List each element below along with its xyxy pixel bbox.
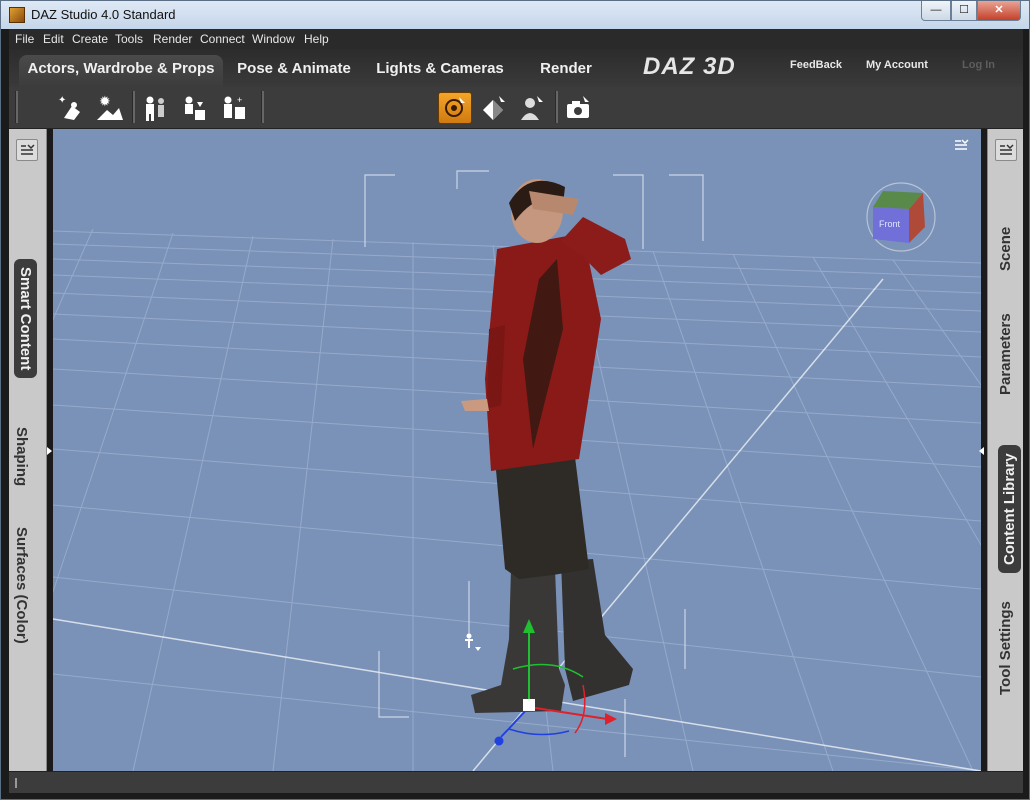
viewport-menu-icon[interactable] [953, 139, 969, 153]
maximize-button[interactable]: ☐ [951, 1, 977, 21]
render-camera-icon[interactable] [561, 92, 595, 124]
tab-scene[interactable]: Scene [994, 223, 1017, 275]
tab-surfaces-color[interactable]: Surfaces (Color) [10, 523, 33, 648]
tab-parameters[interactable]: Parameters [994, 309, 1017, 399]
tab-lights-cameras[interactable]: Lights & Cameras [369, 55, 511, 87]
3d-viewport[interactable]: Front [53, 129, 981, 771]
minimize-button[interactable]: — [921, 1, 951, 21]
svg-text:✹: ✹ [99, 93, 111, 109]
surface-tool-icon[interactable] [477, 92, 511, 124]
daz-logo: DAZ 3D [643, 53, 736, 80]
feedback-link[interactable]: FeedBack [790, 59, 842, 71]
menu-bar: File Edit Create Tools Render Connect Wi… [9, 29, 1023, 49]
my-account-link[interactable]: My Account [866, 59, 928, 71]
menu-render[interactable]: Render [153, 32, 192, 46]
status-bar [9, 771, 1023, 793]
right-pane: Scene Parameters Content Library Tool Se… [987, 129, 1023, 771]
universal-tool-icon[interactable] [438, 92, 472, 124]
collapse-left-arrow-icon[interactable] [47, 447, 52, 455]
svg-text:Front: Front [879, 219, 901, 229]
right-pane-menu-icon[interactable] [995, 139, 1017, 161]
left-pane: Smart Content Shaping Surfaces (Color) [9, 129, 47, 771]
menu-help[interactable]: Help [304, 32, 329, 46]
tab-tool-settings[interactable]: Tool Settings [994, 597, 1017, 699]
menu-window[interactable]: Window [252, 32, 295, 46]
toolbar-separator [132, 91, 135, 123]
prop-icon[interactable]: + [217, 92, 251, 124]
menu-tools[interactable]: Tools [115, 32, 143, 46]
menu-create[interactable]: Create [72, 32, 108, 46]
app-icon [9, 7, 25, 23]
app-window: DAZ Studio 4.0 Standard — ☐ ✕ File Edit … [0, 0, 1030, 800]
login-link[interactable]: Log In [962, 59, 995, 71]
svg-text:✦: ✦ [58, 95, 66, 106]
toolbar-separator [261, 91, 264, 123]
add-item-icon[interactable]: ✦ [54, 92, 88, 124]
tab-actors-wardrobe-props[interactable]: Actors, Wardrobe & Props [19, 55, 223, 87]
svg-text:+: + [237, 95, 242, 105]
resize-grip-icon[interactable] [15, 778, 17, 788]
viewcube: Front [866, 182, 936, 252]
activity-tabs-bar: Actors, Wardrobe & Props Pose & Animate … [9, 49, 1023, 87]
tab-shaping[interactable]: Shaping [10, 423, 33, 490]
viewport-scene: Front [53, 170, 981, 771]
toolbar: ✦ ✹ + [9, 87, 1023, 129]
toolbar-separator [15, 91, 18, 123]
title-bar: DAZ Studio 4.0 Standard — ☐ ✕ [1, 1, 1029, 29]
figure-tool-icon[interactable] [515, 92, 549, 124]
close-button[interactable]: ✕ [977, 1, 1021, 21]
environment-icon[interactable]: ✹ [93, 92, 127, 124]
tab-render[interactable]: Render [531, 55, 601, 87]
tab-content-library[interactable]: Content Library [998, 445, 1021, 573]
node-figure-icon [465, 633, 481, 651]
collapse-right-arrow-icon[interactable] [979, 447, 984, 455]
left-pane-menu-icon[interactable] [16, 139, 38, 161]
menu-edit[interactable]: Edit [43, 32, 64, 46]
window-title: DAZ Studio 4.0 Standard [31, 7, 176, 22]
actor-icon[interactable] [138, 92, 172, 124]
wardrobe-icon[interactable] [177, 92, 211, 124]
toolbar-separator [555, 91, 558, 123]
tab-smart-content[interactable]: Smart Content [14, 259, 37, 379]
menu-connect[interactable]: Connect [200, 32, 245, 46]
menu-file[interactable]: File [15, 32, 34, 46]
tab-pose-animate[interactable]: Pose & Animate [229, 55, 359, 87]
